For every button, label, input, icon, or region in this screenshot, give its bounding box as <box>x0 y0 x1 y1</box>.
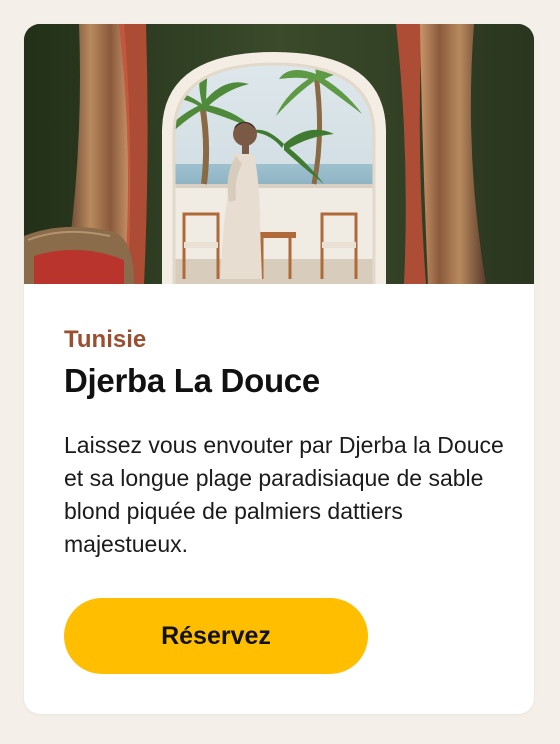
destination-title: Djerba La Douce <box>64 362 320 399</box>
reserve-button[interactable]: Réservez <box>64 598 368 674</box>
destination-description: Laissez vous envouter par Djerba la Douc… <box>64 432 504 557</box>
country-label: Tunisie <box>64 326 147 353</box>
hero-image <box>24 24 534 284</box>
card-body: Tunisie Djerba La Douce Laissez vous env… <box>64 324 504 561</box>
destination-card: Tunisie Djerba La Douce Laissez vous env… <box>24 24 534 714</box>
